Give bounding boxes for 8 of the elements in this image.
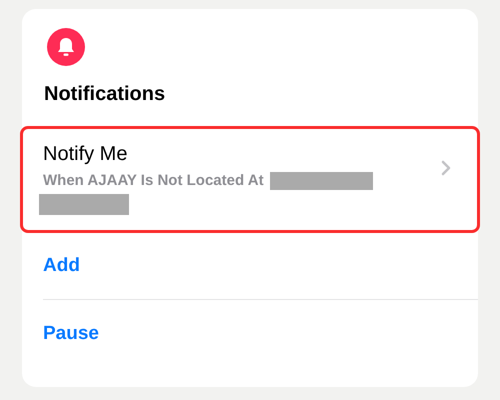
bell-icon — [47, 28, 85, 66]
chevron-right-icon — [441, 160, 451, 176]
action-link[interactable]: Add — [43, 254, 80, 278]
rule-title: Notify Me — [43, 142, 128, 167]
notify-me-row[interactable]: Notify Me When AJAAY Is Not Located At — [20, 126, 480, 233]
action-link[interactable]: Pause — [43, 322, 99, 346]
rule-subtitle: When AJAAY Is Not Located At — [43, 171, 264, 191]
section-title: Notifications — [44, 82, 166, 106]
